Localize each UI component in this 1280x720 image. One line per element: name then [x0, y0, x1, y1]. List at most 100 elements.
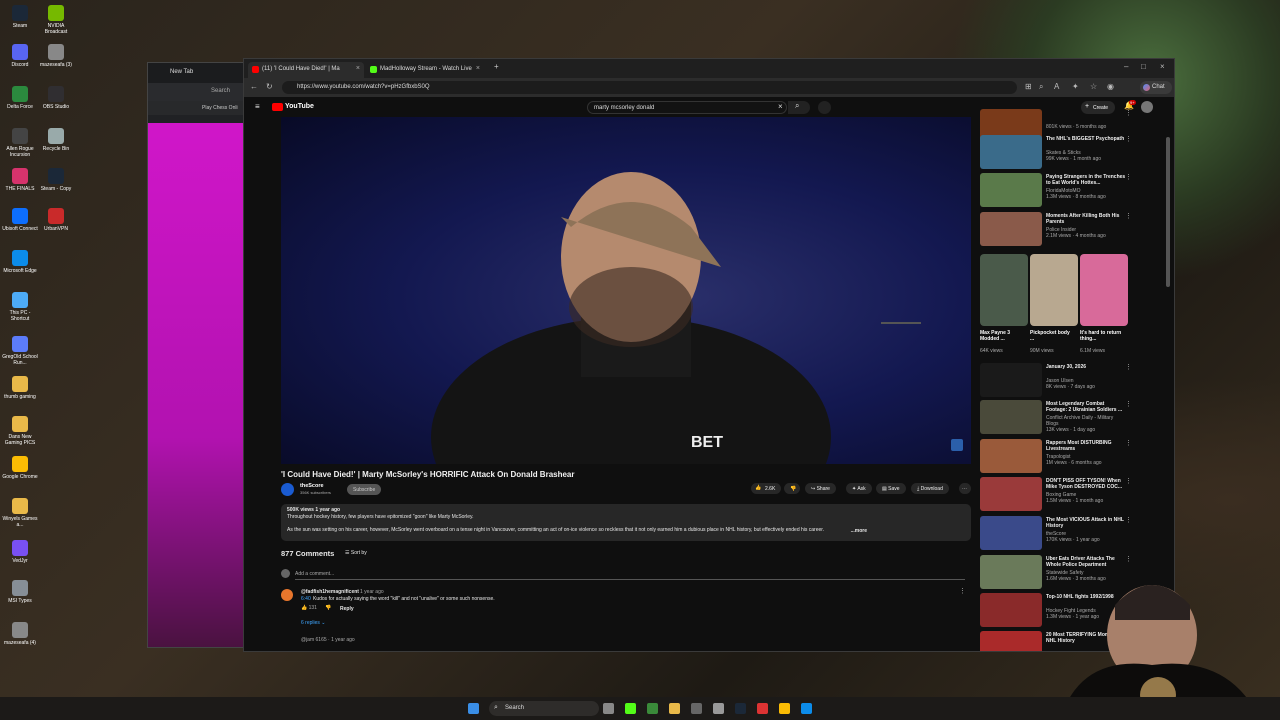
file-explorer-icon[interactable]: [669, 703, 680, 714]
video-thumbnail[interactable]: [980, 477, 1042, 511]
video-menu-icon[interactable]: ⋮: [1125, 363, 1132, 371]
video-thumbnail[interactable]: [980, 212, 1042, 246]
comment2-user[interactable]: @jam 6165 · 1 year ago: [301, 637, 355, 643]
desktop-icon[interactable]: Google Chrome: [0, 456, 40, 480]
more-actions-icon[interactable]: ⋯: [959, 483, 971, 494]
menu-icon[interactable]: ≡: [255, 102, 260, 111]
reload-icon[interactable]: ↻: [266, 82, 273, 91]
video-title[interactable]: Moments After Killing Both His Parents: [1046, 213, 1126, 225]
video-thumbnail[interactable]: [980, 135, 1042, 169]
video-menu-icon[interactable]: ⋮: [1125, 109, 1132, 117]
bg-search[interactable]: Search: [148, 83, 256, 101]
video-menu-icon[interactable]: ⋮: [1125, 400, 1132, 408]
window-close-icon[interactable]: ×: [1160, 62, 1165, 71]
commenter-avatar[interactable]: [281, 589, 293, 601]
desktop-icon[interactable]: This PC - Shortcut: [0, 292, 40, 322]
windows-start-icon[interactable]: [468, 703, 479, 714]
zoom-icon[interactable]: ⌕: [1039, 82, 1043, 92]
app-icon-game[interactable]: [647, 703, 658, 714]
app-icon-kick[interactable]: [625, 703, 636, 714]
video-menu-icon[interactable]: ⋮: [1125, 135, 1132, 143]
short-thumbnail[interactable]: [980, 254, 1028, 326]
chrome-icon[interactable]: [757, 703, 768, 714]
recommended-video[interactable]: Most Legendary Combat Footage: 2 Ukraini…: [980, 400, 1132, 436]
taskbar-search[interactable]: ⌕ Search: [489, 701, 599, 716]
video-thumbnail[interactable]: [980, 593, 1042, 627]
back-icon[interactable]: ←: [250, 82, 258, 91]
profile-icon[interactable]: ◉: [1107, 82, 1114, 91]
desktop-icon[interactable]: mazeseafa (3): [36, 44, 76, 68]
maximize-icon[interactable]: □: [1141, 62, 1146, 71]
description-box[interactable]: 500K views 1 year ago Throughout hockey …: [281, 504, 971, 541]
desktop-icon[interactable]: Delta Force: [0, 86, 40, 110]
video-title[interactable]: Paying Strangers in the Trenches to Eat …: [1046, 174, 1126, 186]
desktop-icon[interactable]: Discord: [0, 44, 40, 68]
dislike-button[interactable]: 👎: [784, 483, 800, 494]
video-title[interactable]: Rappers Most DISTURBING Livestreams: [1046, 440, 1126, 452]
new-tab-icon[interactable]: +: [494, 62, 499, 71]
video-title[interactable]: Most Legendary Combat Footage: 2 Ukraini…: [1046, 401, 1126, 413]
search-input[interactable]: marty mcsorley donald: [587, 101, 787, 114]
video-thumbnail[interactable]: [980, 439, 1042, 473]
puzzle-icon[interactable]: ✦: [1072, 82, 1079, 91]
sort-button[interactable]: ☰ Sort by: [345, 550, 367, 556]
comment-like-button[interactable]: 👍 131: [301, 605, 317, 611]
recommended-video[interactable]: January 30, 2026 Jason Ulsen 8K views · 7…: [980, 363, 1132, 399]
desktop-icon[interactable]: OBS Studio: [36, 86, 76, 110]
recommended-video[interactable]: The NHL's BIGGEST Psychopath Skates & Sti…: [980, 135, 1132, 171]
close-icon[interactable]: ×: [476, 65, 480, 72]
desktop-icon[interactable]: Steam - Copy: [36, 168, 76, 192]
desktop-icon[interactable]: VedJyr: [0, 540, 40, 564]
short-title[interactable]: Pickpocket body ...: [1030, 330, 1074, 342]
video-player[interactable]: BET: [281, 117, 971, 464]
clear-search-icon[interactable]: ×: [778, 102, 783, 111]
save-button[interactable]: ▤ Save: [876, 483, 906, 494]
minimize-icon[interactable]: –: [1124, 62, 1128, 71]
edge-icon[interactable]: [801, 703, 812, 714]
video-title[interactable]: The Most VICIOUS Attack in NHL History: [1046, 517, 1126, 529]
channel-name[interactable]: theScore: [300, 483, 324, 489]
add-comment-input[interactable]: Add a comment...: [295, 571, 334, 577]
video-title[interactable]: DON'T PISS OFF TYSON! When Mike Tyson DE…: [1046, 478, 1126, 490]
voice-search-icon[interactable]: [818, 101, 831, 114]
read-icon[interactable]: A: [1054, 82, 1059, 91]
tab-kick[interactable]: MadHolloway Stream - Watch Live ×: [366, 62, 484, 78]
short-title[interactable]: It's hard to return thing...: [1080, 330, 1124, 342]
comment-timestamp-link[interactable]: 6:40: [301, 596, 311, 602]
video-menu-icon[interactable]: ⋮: [1125, 439, 1132, 447]
video-thumbnail[interactable]: [980, 516, 1042, 550]
more-link[interactable]: ...more: [850, 528, 867, 535]
channel-watermark-icon[interactable]: [951, 439, 963, 451]
video-thumbnail[interactable]: [980, 173, 1042, 207]
channel-avatar[interactable]: [281, 483, 294, 496]
chrome-icon-2[interactable]: [779, 703, 790, 714]
desktop-icon[interactable]: Steam: [0, 5, 40, 29]
desktop-icon[interactable]: Allen Rogue Incursion: [0, 128, 40, 158]
tab-youtube[interactable]: (11) 'I Could Have Died!' | Ma ×: [248, 62, 364, 78]
settings-icon[interactable]: [713, 703, 724, 714]
desktop-icon[interactable]: Ubisoft Connect: [0, 208, 40, 232]
desktop-icon[interactable]: mazeseafa (4): [0, 622, 40, 646]
extensions-icon[interactable]: ⊞: [1025, 82, 1032, 91]
video-thumbnail[interactable]: [980, 555, 1042, 589]
comment-dislike-icon[interactable]: 👎: [325, 605, 331, 611]
video-thumbnail[interactable]: [980, 400, 1042, 434]
desktop-icon[interactable]: Dans New Gaming PICS: [0, 416, 40, 446]
video-thumbnail[interactable]: [980, 363, 1042, 397]
short-title[interactable]: Max Payne 3 Modded ...: [980, 330, 1024, 342]
short-thumbnail[interactable]: [1080, 254, 1128, 326]
desktop-icon[interactable]: Microsoft Edge: [0, 250, 40, 274]
recommended-video[interactable]: Paying Strangers in the Trenches to Eat …: [980, 173, 1132, 209]
task-view-icon[interactable]: [603, 703, 614, 714]
desktop-icon[interactable]: NVIDIA Broadcast: [36, 5, 76, 35]
desktop-icon[interactable]: UrbanVPN: [36, 208, 76, 232]
bg-bookmark[interactable]: Play Chess Onli: [148, 101, 256, 115]
video-menu-icon[interactable]: ⋮: [1125, 516, 1132, 524]
desktop-icon[interactable]: MSI Types: [0, 580, 40, 604]
desktop-icon[interactable]: thumb gaming: [0, 376, 40, 400]
recommended-video[interactable]: Rappers Most DISTURBING Livestreams Trapo…: [980, 439, 1132, 475]
video-menu-icon[interactable]: ⋮: [1125, 212, 1132, 220]
subscribe-button[interactable]: Subscribe: [347, 484, 382, 495]
reply-button[interactable]: Reply: [340, 606, 354, 612]
recommended-video[interactable]: Moments After Killing Both His Parents Po…: [980, 212, 1132, 248]
